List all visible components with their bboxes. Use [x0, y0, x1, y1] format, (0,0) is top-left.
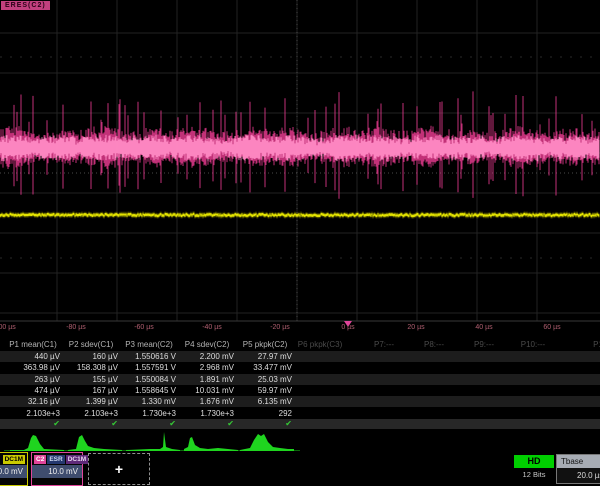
c2-coupling-badge: DC1M — [66, 455, 88, 464]
param-value: 2.103e+3 — [62, 409, 118, 418]
trace-annotation-badge: ERES(C2) — [1, 1, 50, 10]
measurement-histicon[interactable] — [10, 431, 64, 451]
waveform-display[interactable] — [0, 0, 600, 332]
param-status-check: ✔ — [4, 419, 60, 428]
param-value: 33.477 mV — [236, 363, 292, 372]
time-axis-label: 0 µs — [341, 324, 354, 331]
param-value: 160 µV — [62, 352, 118, 361]
c1-volts-per-div: 10.0 mV — [0, 465, 27, 478]
param-value: 27.97 mV — [236, 352, 292, 361]
add-trace-button[interactable]: + — [88, 453, 150, 485]
time-axis-label: 40 µs — [475, 324, 492, 331]
param-value: 1.730e+3 — [120, 409, 176, 418]
param-value: 440 µV — [4, 352, 60, 361]
param-header-inactive[interactable]: P6 pkpk(C3) — [298, 340, 342, 349]
param-status-check: ✔ — [178, 419, 234, 428]
time-axis-label: -100 µs — [0, 324, 16, 331]
param-header[interactable]: P2 sdev(C1) — [62, 340, 120, 349]
param-status-check: ✔ — [62, 419, 118, 428]
c2-volts-per-div: 10.0 mV — [32, 465, 82, 478]
param-value: 1.550616 V — [120, 352, 176, 361]
param-status-check: ✔ — [236, 419, 292, 428]
param-value: 1.557591 V — [120, 363, 176, 372]
c1-coupling-badge: DC1M — [3, 455, 25, 464]
param-header-inactive[interactable]: P9:--- — [474, 340, 494, 349]
time-axis-label: 60 µs — [543, 324, 560, 331]
param-value: 155 µV — [62, 375, 118, 384]
param-header[interactable]: P5 pkpk(C2) — [236, 340, 294, 349]
param-value: 6.135 mV — [236, 397, 292, 406]
param-value: 167 µV — [62, 386, 118, 395]
param-value: 59.97 mV — [236, 386, 292, 395]
param-value: 263 µV — [4, 375, 60, 384]
c2-eres-badge: ESR — [47, 455, 64, 464]
param-value: 25.03 mV — [236, 375, 292, 384]
timebase-title: Tbase — [557, 455, 600, 468]
param-value: 474 µV — [4, 386, 60, 395]
hd-mode-badge[interactable]: HD — [514, 455, 554, 468]
param-value: 1.399 µV — [62, 397, 118, 406]
param-value: 158.308 µV — [62, 363, 118, 372]
c2-label: C2 — [34, 455, 46, 464]
param-value: 292 — [236, 409, 292, 418]
adc-bits-label: 12 Bits — [510, 470, 558, 479]
param-header-inactive[interactable]: P7:--- — [374, 340, 394, 349]
channel-c2-descriptor[interactable]: C2 ESR DC1M 10.0 mV — [31, 452, 83, 486]
param-value: 1.558645 V — [120, 386, 176, 395]
param-value: 363.98 µV — [4, 363, 60, 372]
param-value: 1.891 mV — [178, 375, 234, 384]
param-header[interactable]: P1 mean(C1) — [4, 340, 62, 349]
param-value: 1.550084 V — [120, 375, 176, 384]
time-axis-label: -20 µs — [270, 324, 290, 331]
param-value: 32.16 µV — [4, 397, 60, 406]
time-axis: -100 µs -80 µs -60 µs -40 µs -20 µs 0 µs 20 µs… — [0, 321, 600, 334]
channel-c1-descriptor[interactable]: C1 DC1M 10.0 mV — [0, 452, 28, 486]
param-header-inactive[interactable]: P10:--- — [521, 340, 545, 349]
time-axis-label: -60 µs — [134, 324, 154, 331]
param-value: 1.730e+3 — [178, 409, 234, 418]
measurement-histicon[interactable] — [240, 431, 294, 451]
time-axis-label: -80 µs — [66, 324, 86, 331]
param-value: 1.676 mV — [178, 397, 234, 406]
param-value: 10.031 mV — [178, 386, 234, 395]
oscilloscope-screen: { "annotation": { "label": "ERES(C2)" },… — [0, 0, 600, 480]
param-value: 1.330 mV — [120, 397, 176, 406]
graticule-and-traces — [0, 0, 600, 332]
param-header-inactive[interactable]: P8:--- — [424, 340, 444, 349]
measurement-histicon[interactable] — [126, 431, 180, 451]
param-value: 2.968 mV — [178, 363, 234, 372]
measurement-histicon[interactable] — [184, 431, 238, 451]
measurement-table: P1 mean(C1) 440 µV 363.98 µV 263 µV 474 µV 32… — [0, 338, 600, 430]
param-value: 2.103e+3 — [4, 409, 60, 418]
param-header-inactive[interactable]: P11 — [593, 340, 600, 349]
param-header[interactable]: P4 sdev(C2) — [178, 340, 236, 349]
time-axis-label: 20 µs — [407, 324, 424, 331]
param-value: 2.200 mV — [178, 352, 234, 361]
param-status-check: ✔ — [120, 419, 176, 428]
time-axis-label: -40 µs — [202, 324, 222, 331]
timebase-value: 20.0 µs — [557, 468, 600, 483]
measurement-histicon[interactable] — [68, 431, 122, 451]
param-header[interactable]: P3 mean(C2) — [120, 340, 178, 349]
